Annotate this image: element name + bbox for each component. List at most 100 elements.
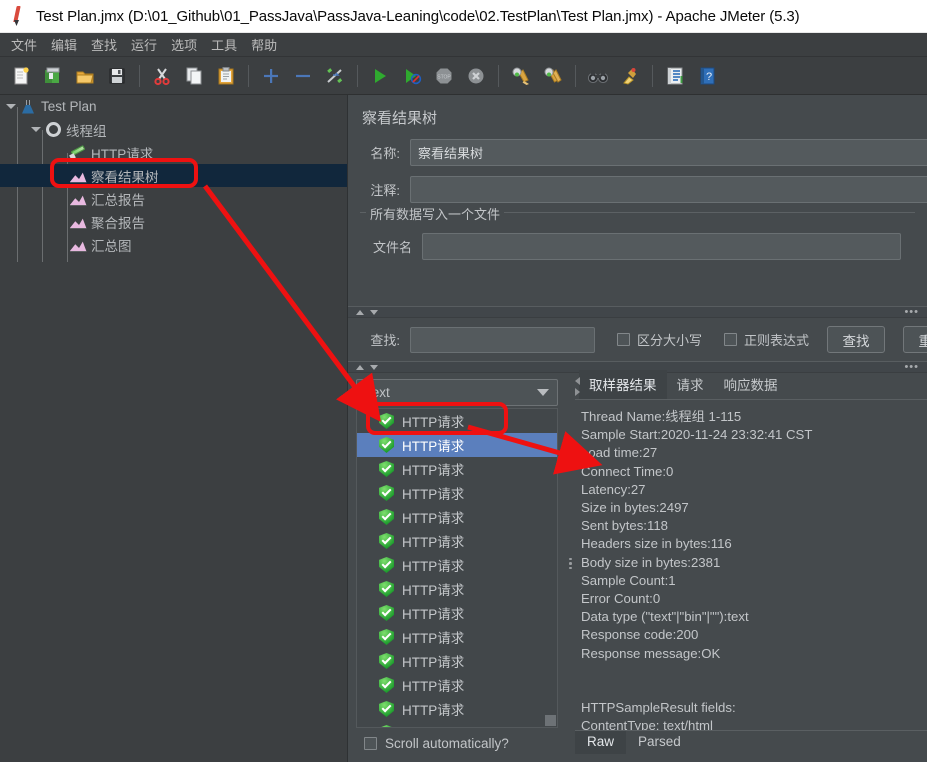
results-vertical-splitter[interactable]	[566, 373, 575, 754]
menu-file[interactable]: 文件	[4, 33, 44, 56]
list-item[interactable]: HTTP请求	[357, 721, 557, 727]
test-plan-tree[interactable]: Test Plan 线程组 HTTP请求 察看结果树 汇总报告 聚合报告 汇总图	[0, 95, 347, 762]
search-input[interactable]	[410, 326, 595, 353]
filename-input[interactable]	[422, 233, 901, 260]
tree-node-view-results-tree[interactable]: 察看结果树	[0, 164, 347, 187]
splitter-grip-dots[interactable]: •••	[904, 307, 919, 318]
sample-result-list[interactable]: HTTP请求 HTTP请求 HTTP请求 HTTP请求 HTTP请求 HTTP请…	[356, 408, 558, 728]
view-tab-raw[interactable]: Raw	[575, 730, 627, 754]
cut-scissors-icon	[154, 67, 170, 85]
success-shield-icon	[379, 677, 394, 693]
list-item[interactable]: HTTP请求	[357, 457, 557, 481]
toolbar-separator	[248, 64, 249, 87]
list-item[interactable]: HTTP请求	[357, 697, 557, 721]
toolbar-reset-search[interactable]	[615, 61, 645, 91]
tree-node-summary-report[interactable]: 汇总报告	[0, 187, 347, 210]
reset-button[interactable]: 重置	[903, 326, 927, 353]
menu-edit[interactable]: 编辑	[44, 33, 84, 56]
splitter-grip-dots[interactable]: •••	[904, 362, 919, 373]
list-item[interactable]: HTTP请求	[357, 433, 557, 457]
tree-node-http-request[interactable]: HTTP请求	[0, 141, 347, 164]
tab-request[interactable]: 请求	[667, 370, 714, 399]
list-item[interactable]: HTTP请求	[357, 409, 557, 433]
case-sensitive-checkbox[interactable]	[617, 333, 630, 346]
sampler-result-text[interactable]: Thread Name:线程组 1-115 Sample Start:2020-…	[575, 400, 927, 754]
toolbar-new[interactable]	[6, 61, 36, 91]
collapse-up-icon[interactable]	[356, 364, 364, 370]
toolbar-expand-all[interactable]	[256, 61, 286, 91]
menu-tools[interactable]: 工具	[204, 33, 244, 56]
toolbar-save[interactable]	[102, 61, 132, 91]
toolbar-shutdown[interactable]	[461, 61, 491, 91]
search-button[interactable]: 查找	[827, 326, 886, 353]
view-tab-parsed[interactable]: Parsed	[626, 731, 693, 754]
tree-node-aggregate-report[interactable]: 聚合报告	[0, 210, 347, 233]
filename-label: 文件名	[372, 240, 412, 255]
toolbar-copy[interactable]	[179, 61, 209, 91]
list-scroll-corner[interactable]	[545, 715, 556, 726]
regex-option[interactable]: 正则表达式	[724, 330, 809, 349]
list-item[interactable]: HTTP请求	[357, 553, 557, 577]
list-item[interactable]: HTTP请求	[357, 673, 557, 697]
tree-node-aggregate-graph[interactable]: 汇总图	[0, 233, 347, 256]
toolbar-collapse-all[interactable]	[288, 61, 318, 91]
collapse-up-icon[interactable]	[356, 309, 364, 315]
toolbar-clear[interactable]	[506, 61, 536, 91]
toolbar-templates[interactable]	[38, 61, 68, 91]
chevron-left-icon[interactable]	[575, 377, 580, 385]
scroll-automatically-checkbox[interactable]	[364, 737, 377, 750]
toolbar-open[interactable]	[70, 61, 100, 91]
toolbar-search[interactable]	[583, 61, 613, 91]
menu-run[interactable]: 运行	[124, 33, 164, 56]
toolbar-toggle[interactable]	[320, 61, 350, 91]
menu-options[interactable]: 选项	[164, 33, 204, 56]
search-bar: 查找: 区分大小写 正则表达式 查找 重置	[348, 318, 927, 361]
tree-expand-toggle[interactable]	[29, 118, 43, 141]
http-sampler-icon	[68, 144, 88, 161]
regex-checkbox[interactable]	[724, 333, 738, 346]
tab-scroll-arrows[interactable]	[575, 373, 581, 400]
list-item[interactable]: HTTP请求	[357, 481, 557, 505]
scroll-automatically-option[interactable]: Scroll automatically?	[356, 728, 558, 751]
toolbar-help[interactable]: ?	[692, 61, 722, 91]
toolbar-paste[interactable]	[211, 61, 241, 91]
tab-response-data[interactable]: 响应数据	[714, 370, 788, 399]
toolbar-start-no-pauses[interactable]	[397, 61, 427, 91]
renderer-select[interactable]: Text	[356, 379, 558, 406]
window-title-bar: Test Plan.jmx (D:\01_Github\01_PassJava\…	[0, 0, 927, 33]
tree-node-test-plan[interactable]: Test Plan	[0, 95, 347, 118]
clear-all-broom-icon	[544, 67, 562, 83]
success-shield-icon	[379, 653, 394, 669]
success-shield-icon	[379, 629, 394, 645]
tree-node-label: 汇总报告	[91, 192, 145, 208]
list-item[interactable]: HTTP请求	[357, 601, 557, 625]
name-input[interactable]: 察看结果树	[410, 138, 927, 166]
toolbar-stop[interactable]: STOP	[429, 61, 459, 91]
list-item-label: HTTP请求	[402, 583, 465, 598]
splitter-strip-search[interactable]: •••	[348, 306, 927, 318]
menu-search[interactable]: 查找	[84, 33, 124, 56]
list-item[interactable]: HTTP请求	[357, 577, 557, 601]
case-sensitive-option[interactable]: 区分大小写	[617, 330, 702, 349]
list-item[interactable]: HTTP请求	[357, 649, 557, 673]
toolbar-cut[interactable]	[147, 61, 177, 91]
toolbar-start[interactable]	[365, 61, 395, 91]
play-green-icon	[375, 68, 386, 83]
tree-node-thread-group[interactable]: 线程组	[0, 118, 347, 141]
comment-input[interactable]	[410, 175, 927, 203]
tree-expand-toggle[interactable]	[4, 95, 18, 118]
binoculars-search-icon	[587, 69, 609, 83]
list-item[interactable]: HTTP请求	[357, 505, 557, 529]
collapse-down-icon[interactable]	[370, 309, 378, 315]
listener-chart-icon	[68, 238, 88, 252]
success-shield-icon	[379, 701, 394, 717]
toolbar-function-helper[interactable]	[660, 61, 690, 91]
menu-help[interactable]: 帮助	[244, 33, 284, 56]
chevron-right-icon[interactable]	[575, 388, 580, 396]
list-item[interactable]: HTTP请求	[357, 625, 557, 649]
list-item[interactable]: HTTP请求	[357, 529, 557, 553]
toolbar-clear-all[interactable]	[538, 61, 568, 91]
collapse-down-icon[interactable]	[370, 364, 378, 370]
tab-sampler-result[interactable]: 取样器结果	[579, 370, 667, 399]
splitter-grip[interactable]	[569, 557, 572, 570]
